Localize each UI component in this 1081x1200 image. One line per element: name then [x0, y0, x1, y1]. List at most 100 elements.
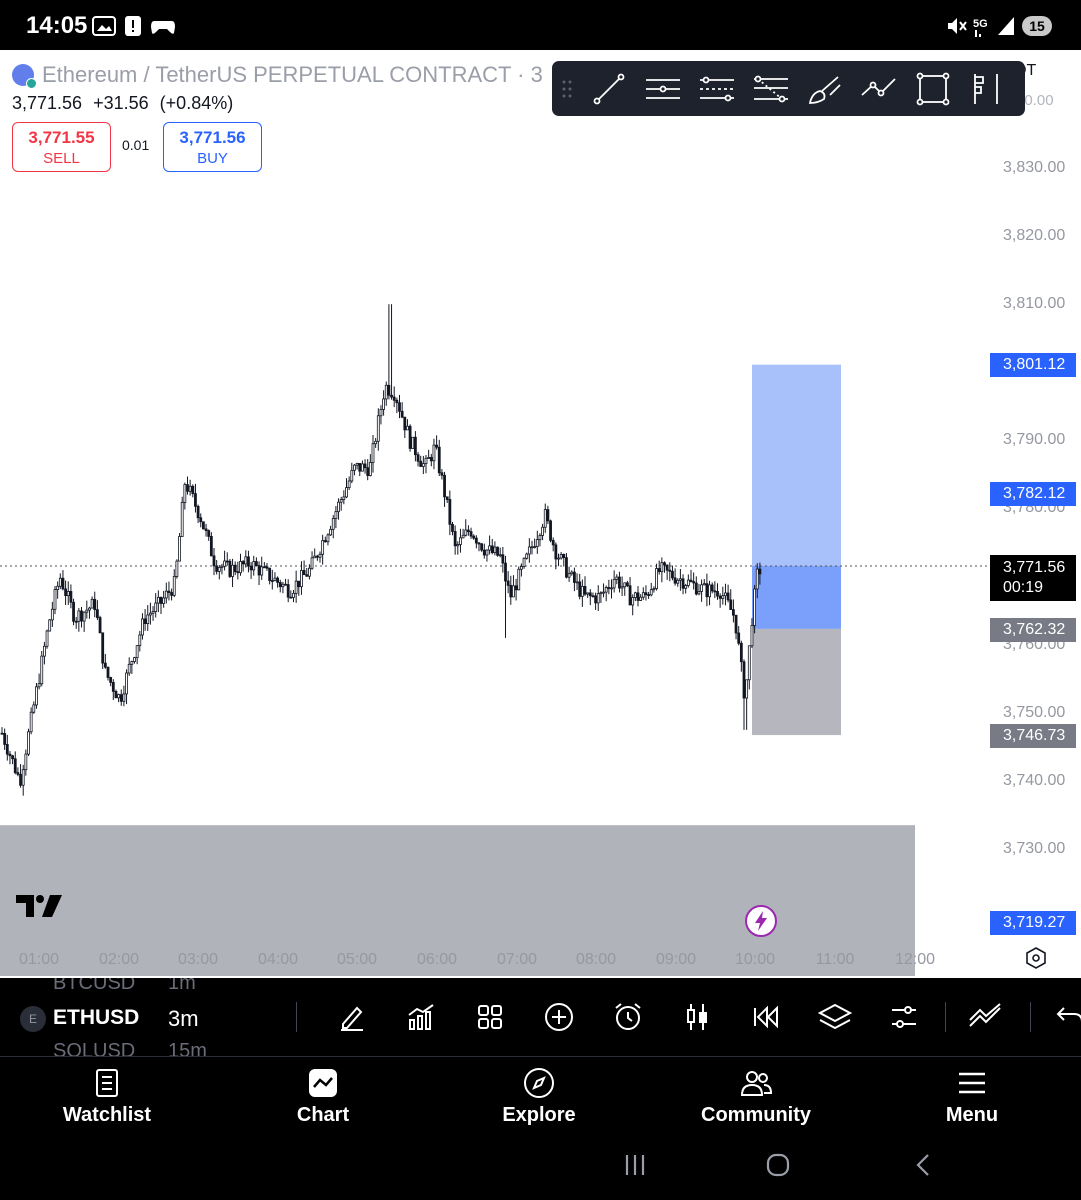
active-interval[interactable]: 3m [168, 1006, 199, 1032]
candle-up [697, 591, 701, 595]
candle-up [708, 584, 711, 598]
drag-handle-icon[interactable] [552, 61, 582, 116]
candle-down [514, 585, 518, 591]
home-icon[interactable] [765, 1152, 791, 1178]
candle-up [117, 694, 120, 699]
chart-settings-icon[interactable] [1024, 946, 1048, 970]
lightning-event-icon[interactable] [745, 905, 777, 937]
time-axis-label: 03:00 [177, 951, 219, 968]
candle-down [170, 592, 174, 596]
candle-down [289, 596, 293, 599]
layers-icon[interactable] [818, 1000, 852, 1034]
candle-up [580, 585, 584, 597]
candle-up [37, 683, 41, 688]
candle-down [16, 772, 20, 775]
nav-chart[interactable]: Chart [243, 1057, 403, 1143]
candle-up [559, 554, 563, 559]
parallel-channel-icon[interactable] [690, 61, 744, 116]
bottom-nav[interactable]: Watchlist Chart Explore Community Menu [0, 1056, 1081, 1142]
candle-down [98, 617, 102, 634]
system-nav-bar[interactable] [0, 1142, 1081, 1200]
candle-down [665, 564, 669, 571]
candle-up [130, 661, 134, 665]
candle-up [183, 484, 187, 503]
sell-button[interactable]: 3,771.55 SELL [12, 122, 111, 172]
horizontal-lines-icon[interactable] [636, 61, 690, 116]
trend-line-icon[interactable] [582, 61, 636, 116]
candle-up [273, 577, 277, 582]
candle-down [400, 410, 404, 418]
nav-menu[interactable]: Menu [892, 1057, 1052, 1143]
candle-down [626, 582, 629, 587]
candle-down [578, 581, 582, 597]
candle-up [525, 553, 529, 559]
bottom-toolbar[interactable]: BTCUSD 1m E ETHUSDT 3m SOLUSD 15m [0, 978, 1081, 1056]
active-symbol[interactable]: ETHUSDT [53, 1006, 139, 1030]
chart-canvas[interactable] [0, 50, 1081, 978]
chart-icon [309, 1069, 337, 1097]
candle-up [231, 564, 234, 577]
ethereum-logo-icon [12, 64, 37, 89]
candle-up [162, 597, 166, 604]
time-axis-label: 01:00 [18, 951, 60, 968]
watchlist-ghost-interval[interactable]: 15m [168, 1040, 207, 1056]
long-position-icon[interactable] [960, 61, 1014, 116]
replay-icon[interactable] [749, 1000, 783, 1034]
alert-clock-icon[interactable] [611, 1000, 645, 1034]
candle-down [501, 554, 505, 564]
watchlist-ghost-symbol[interactable]: SOLUSD [53, 1040, 135, 1056]
layouts-icon[interactable] [473, 1000, 507, 1034]
buy-price: 3,771.56 [179, 128, 246, 147]
watchlist-ghost-interval[interactable]: 1m [168, 978, 196, 995]
rectangle-icon[interactable] [906, 61, 960, 116]
candle-up [575, 581, 579, 584]
candle-up [432, 444, 436, 462]
candle-down [109, 677, 113, 683]
nav-explore[interactable]: Explore [459, 1057, 619, 1143]
candle-up [313, 555, 317, 559]
candle-up [156, 596, 160, 604]
buy-button[interactable]: 3,771.56 BUY [163, 122, 262, 172]
brush-icon[interactable] [798, 61, 852, 116]
candle-up [148, 612, 152, 616]
divider [945, 1002, 946, 1032]
indicators-icon[interactable] [404, 1000, 438, 1034]
candle-down [395, 399, 399, 404]
candle-up [88, 607, 91, 611]
candle-up [464, 529, 468, 536]
settings-sliders-icon[interactable] [887, 1000, 921, 1034]
path-icon[interactable] [852, 61, 906, 116]
candle-up [27, 731, 30, 755]
draw-pen-icon[interactable] [335, 1000, 369, 1034]
candle-up [538, 535, 542, 541]
candle-up [655, 568, 658, 590]
candle-down [477, 542, 481, 545]
candle-up [58, 577, 62, 587]
candle-down [469, 531, 473, 537]
candle-down [398, 402, 401, 412]
chart-pane[interactable]: Ethereum / TetherUS PERPETUAL CONTRACT ·… [0, 50, 1081, 978]
candle-up [652, 588, 656, 591]
add-icon[interactable] [542, 1000, 576, 1034]
time-axis-label: 12:00 [894, 951, 936, 968]
recent-apps-icon[interactable] [622, 1152, 648, 1178]
candle-down [554, 544, 558, 560]
candle-down [726, 592, 730, 601]
compass-icon [524, 1068, 554, 1098]
candle-down [74, 620, 78, 623]
watchlist-ghost-symbol[interactable]: BTCUSD [53, 978, 135, 995]
undo-icon[interactable] [1052, 1000, 1081, 1034]
tradingview-logo-icon [16, 895, 62, 917]
fib-retracement-icon[interactable] [744, 61, 798, 116]
back-icon[interactable] [910, 1152, 936, 1178]
candle-down [451, 523, 454, 532]
symbol-header[interactable]: Ethereum / TetherUS PERPETUAL CONTRACT ·… [12, 62, 543, 89]
nav-watchlist[interactable]: Watchlist [27, 1057, 187, 1143]
trend-angle-icon[interactable] [968, 1000, 1002, 1034]
candle-type-icon[interactable] [680, 1000, 714, 1034]
drawing-toolbar[interactable] [552, 61, 1025, 116]
nav-label: Chart [296, 1104, 350, 1126]
candle-down [64, 588, 67, 597]
nav-community[interactable]: Community [676, 1057, 836, 1143]
candle-up [329, 528, 333, 536]
